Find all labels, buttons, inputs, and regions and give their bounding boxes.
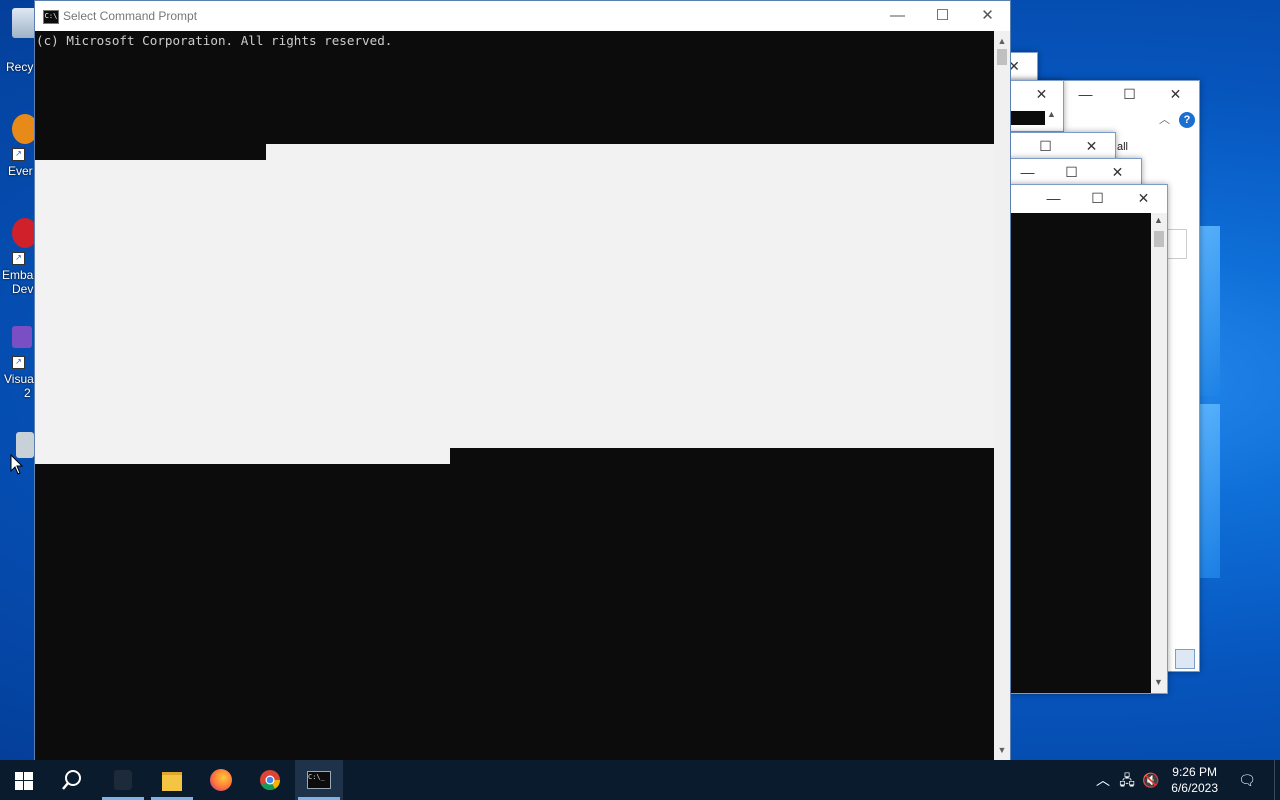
taskbar-chrome[interactable] [246,760,294,800]
console-output[interactable]: (c) Microsoft Corporation. All rights re… [35,31,994,760]
minimize-button[interactable]: — [875,1,920,31]
dialog-partial-text: all [1117,141,1129,153]
scroll-up-arrow-icon[interactable]: ▲ [1154,215,1163,225]
desktop-icon-embarcadero-dev[interactable]: ↗ Emba Dev [0,218,38,296]
visual-studio-app-icon [12,326,32,348]
desktop-icon-everything[interactable]: ↗ Ever [0,114,38,178]
close-button[interactable]: ✕ [965,1,1010,31]
dark-app-icon [114,770,132,790]
taskbar: C:\_ ︿ 🖧 🔇 9:26 PM 6/6/2023 🗨 [0,760,1280,800]
window-titlebar[interactable]: C:\ Select Command Prompt — ☐ ✕ [35,1,1010,31]
windows-logo-pane-upper [1198,226,1220,396]
chevron-up-icon[interactable]: ︿ [1094,770,1112,790]
background-scrollbar[interactable]: ▲ ▼ [1151,213,1167,693]
desktop-icon-label: Emba [2,268,34,282]
dialog-corner-icon[interactable] [1175,649,1195,669]
taskbar-app-dark[interactable] [99,760,147,800]
mouse-cursor-icon [10,454,24,475]
desktop-icon-visual-studio[interactable]: ↗ Visua 2 [0,326,34,400]
close-icon[interactable]: ✕ [1095,159,1140,185]
desktop-icon-recycle-bin[interactable]: Recy [0,8,38,74]
scrollbar-thumb[interactable] [997,49,1007,65]
background-cmd-window[interactable]: — ☐ ✕ ▲ ▼ [1000,184,1168,694]
shortcut-arrow-icon: ↗ [12,252,25,265]
desktop-icon-label: Ever [8,164,33,178]
window-title: Select Command Prompt [63,9,198,23]
taskbar-command-prompt[interactable]: C:\_ [295,760,343,800]
background-console-area [1001,213,1151,693]
background-console-strip [1009,111,1045,125]
taskbar-file-explorer[interactable] [148,760,196,800]
minimize-icon[interactable]: — [1005,159,1050,185]
text-selection-highlight [266,144,994,160]
scroll-down-arrow-icon[interactable]: ▼ [1154,677,1163,687]
text-selection-highlight [35,160,994,448]
scroll-up-arrow-icon[interactable]: ▲ [994,33,1010,49]
desktop-icon-label: Visua [4,372,34,386]
desktop-icon-label: Recy [6,60,34,74]
maximize-icon[interactable]: ☐ [1107,81,1152,107]
desktop-icon-label-line2: Dev [12,282,34,296]
maximize-icon[interactable]: ☐ [1049,159,1094,185]
chrome-icon [260,770,281,791]
windows-logo-icon [15,772,33,790]
console-line: (c) Microsoft Corporation. All rights re… [36,33,393,48]
start-button[interactable] [0,760,48,800]
chevron-up-icon[interactable]: ︿ [1159,111,1170,127]
folder-icon [162,772,182,791]
desktop-icon-label-line2: 2 [24,386,31,400]
maximize-icon[interactable]: ☐ [1075,185,1120,211]
system-clock[interactable]: 9:26 PM 6/6/2023 [1171,764,1218,796]
clock-time: 9:26 PM [1172,765,1217,779]
vertical-scrollbar[interactable]: ▲ ▼ [994,31,1010,760]
windows-logo-pane-lower [1198,404,1220,578]
search-icon [62,770,81,790]
command-prompt-icon: C:\_ [307,771,331,789]
shortcut-arrow-icon: ↗ [12,148,25,161]
close-icon[interactable]: ✕ [1019,81,1064,107]
command-prompt-window[interactable]: C:\ Select Command Prompt — ☐ ✕ (c) Micr… [34,0,1011,760]
close-icon[interactable]: ✕ [1121,185,1166,211]
search-button[interactable] [48,760,96,800]
command-prompt-icon: C:\ [43,10,59,24]
minimize-icon[interactable]: — [1063,81,1108,107]
close-icon[interactable]: ✕ [1153,81,1198,107]
minimize-icon[interactable]: — [1031,185,1076,211]
scroll-down-arrow-icon[interactable]: ▼ [994,742,1010,758]
help-icon[interactable]: ? [1179,112,1195,128]
scrollbar-thumb[interactable] [1154,231,1164,247]
maximize-button[interactable]: ☐ [920,1,965,31]
notification-center-icon[interactable]: 🗨 [1238,770,1256,790]
text-selection-highlight [35,448,450,464]
taskbar-firefox[interactable] [197,760,245,800]
volume-muted-icon[interactable]: 🔇 [1142,770,1160,790]
scroll-up-arrow-icon[interactable]: ▲ [1047,109,1056,119]
maximize-icon[interactable]: ☐ [1023,133,1068,159]
firefox-icon [210,769,232,791]
shortcut-arrow-icon: ↗ [12,356,25,369]
network-icon[interactable]: 🖧 [1118,770,1136,790]
close-icon[interactable]: ✕ [1069,133,1114,159]
clock-date: 6/6/2023 [1171,781,1218,795]
show-desktop-button[interactable] [1274,760,1280,800]
